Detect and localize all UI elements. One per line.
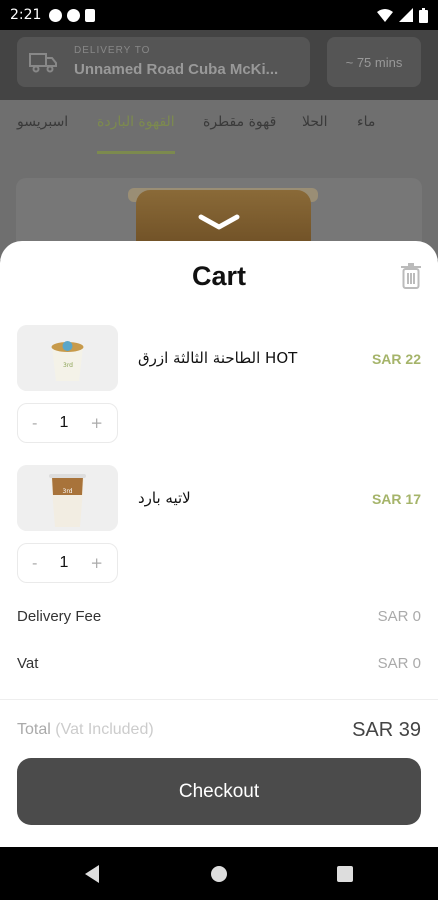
wifi-icon bbox=[377, 8, 393, 22]
tab-iced-coffee[interactable]: القهوة الباردة bbox=[97, 114, 175, 130]
notification-icons bbox=[49, 8, 96, 22]
home-icon[interactable] bbox=[211, 866, 227, 882]
increase-button[interactable]: + bbox=[90, 554, 103, 572]
delivery-fee-label: Delivery Fee bbox=[17, 608, 102, 625]
sd-card-icon bbox=[85, 8, 96, 22]
signal-icon bbox=[399, 8, 413, 22]
recent-apps-icon[interactable] bbox=[337, 866, 353, 882]
vat-label: Vat bbox=[17, 655, 39, 672]
trash-icon[interactable] bbox=[400, 263, 422, 289]
delivery-address: Unnamed Road Cuba McKi... bbox=[74, 61, 279, 78]
collapse-chevron-icon[interactable] bbox=[197, 213, 241, 231]
status-bar: 2:21 bbox=[0, 0, 438, 30]
item-name: لاتيه بارد bbox=[138, 489, 191, 507]
quantity-value: 1 bbox=[59, 414, 69, 431]
vat-row: Vat SAR 0 bbox=[17, 655, 421, 672]
delivery-location-button[interactable]: DELIVERY TO Unnamed Road Cuba McKi... bbox=[17, 37, 310, 87]
tab-drip-coffee[interactable]: قهوة مقطرة bbox=[203, 114, 276, 130]
app-header: DELIVERY TO Unnamed Road Cuba McKi... ~ … bbox=[0, 30, 438, 100]
cart-item: 3rd الطاحنة الثالثة ازرق HOT SAR 22 - 1 … bbox=[0, 325, 438, 465]
svg-text:3rd: 3rd bbox=[63, 488, 73, 495]
checkout-button[interactable]: Checkout bbox=[17, 758, 421, 825]
vat-value: SAR 0 bbox=[377, 655, 421, 672]
quantity-stepper: - 1 + bbox=[17, 403, 118, 443]
notification-icon bbox=[49, 8, 63, 22]
category-tabs: ماء الحلا قهوة مقطرة القهوة الباردة اسبر… bbox=[0, 100, 438, 160]
svg-text:3rd: 3rd bbox=[63, 362, 73, 369]
battery-icon bbox=[419, 7, 428, 23]
item-price: SAR 17 bbox=[371, 491, 421, 507]
status-right bbox=[377, 7, 428, 23]
divider bbox=[0, 699, 438, 700]
increase-button[interactable]: + bbox=[90, 414, 103, 432]
item-name: الطاحنة الثالثة ازرق HOT bbox=[138, 349, 298, 367]
item-price: SAR 22 bbox=[371, 351, 421, 367]
eta-badge[interactable]: ~ 75 mins bbox=[327, 37, 421, 87]
total-label: Total bbox=[17, 721, 51, 738]
quantity-stepper: - 1 + bbox=[17, 543, 118, 583]
delivery-fee-value: SAR 0 bbox=[377, 608, 421, 625]
cart-title: Cart bbox=[191, 261, 246, 291]
back-icon[interactable] bbox=[83, 864, 101, 884]
quantity-value: 1 bbox=[59, 554, 69, 571]
total-row: Total (Vat Included) SAR 39 bbox=[17, 719, 421, 741]
total-vat-note: (Vat Included) bbox=[55, 721, 154, 738]
item-thumbnail: 3rd bbox=[17, 325, 118, 391]
cart-sheet: Cart 3rd الطاحنة الثالثة ازرق HOT SAR 22… bbox=[0, 241, 438, 847]
delivery-truck-icon bbox=[29, 53, 57, 73]
active-tab-indicator bbox=[97, 151, 175, 154]
item-thumbnail: 3rd bbox=[17, 465, 118, 531]
delivery-label: DELIVERY TO bbox=[74, 45, 151, 56]
total-value: SAR 39 bbox=[352, 719, 421, 741]
decrease-button[interactable]: - bbox=[32, 414, 37, 432]
tab-water[interactable]: ماء bbox=[357, 114, 375, 130]
decrease-button[interactable]: - bbox=[32, 554, 37, 572]
notification-icon bbox=[67, 8, 81, 22]
cart-item: 3rd لاتيه بارد SAR 17 - 1 + bbox=[0, 465, 438, 605]
status-time: 2:21 bbox=[10, 7, 42, 23]
tab-espresso[interactable]: اسبريسو bbox=[17, 114, 68, 130]
delivery-fee-row: Delivery Fee SAR 0 bbox=[17, 608, 421, 625]
tab-desserts[interactable]: الحلا bbox=[302, 114, 328, 130]
navigation-bar bbox=[0, 847, 438, 900]
